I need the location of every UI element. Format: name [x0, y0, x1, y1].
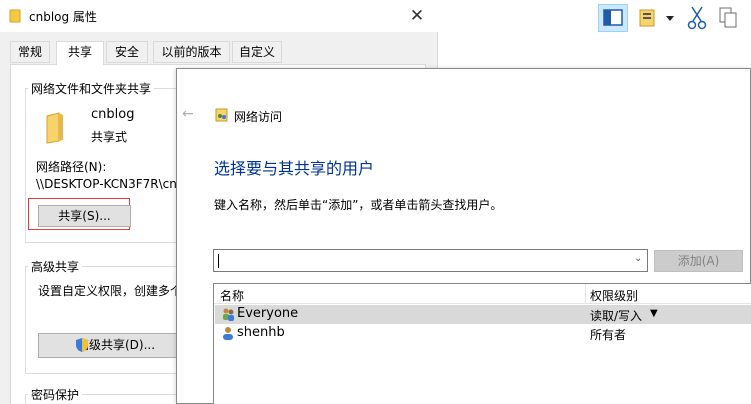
advanced-sharing-button[interactable]: 高级共享(D)... — [38, 333, 178, 358]
permission-dropdown-icon[interactable]: ▼ — [650, 308, 658, 319]
list-row-everyone[interactable]: Everyone 读取/写入 ▼ — [215, 305, 751, 324]
shared-folder-name: cnblog — [91, 107, 135, 122]
column-divider[interactable] — [585, 284, 586, 304]
user-name-input[interactable]: ⌄ — [213, 249, 648, 272]
shared-folder-icon — [46, 112, 63, 144]
network-path-label: 网络路径(N): — [36, 160, 107, 174]
window-title: cnblog 属性 — [29, 10, 97, 24]
list-header: 名称 权限级别 — [214, 284, 751, 304]
user-icon — [223, 327, 233, 340]
permission-level[interactable]: 读取/写入 — [590, 307, 642, 324]
password-group-title: 密码保护 — [28, 386, 83, 403]
column-header-permission[interactable]: 权限级别 — [590, 287, 638, 304]
back-arrow-icon[interactable]: ← — [182, 107, 196, 121]
tab-sharing[interactable]: 共享 — [56, 41, 104, 65]
dialog-instruction: 键入名称，然后单击“添加”，或者单击箭头查找用户。 — [214, 198, 503, 212]
user-name: shenhb — [237, 325, 285, 340]
folder-icon — [9, 9, 21, 23]
sharing-group-title: 网络文件和文件夹共享 — [28, 80, 155, 97]
share-state: 共享式 — [91, 130, 128, 144]
share-button[interactable]: 共享(S)... — [38, 205, 131, 227]
dialog-title: 网络访问 — [234, 110, 283, 124]
network-folder-icon — [215, 108, 228, 122]
tab-customize[interactable]: 自定义 — [232, 41, 282, 63]
user-group-icon — [223, 308, 234, 321]
dropdown-icon[interactable] — [664, 4, 676, 32]
dialog-heading: 选择要与其共享的用户 — [214, 159, 375, 178]
properties-icon[interactable] — [636, 4, 666, 32]
user-permission-list: 名称 权限级别 Everyone 读取/写入 ▼ shenhb 所有者 — [213, 283, 751, 404]
title-bar: cnblog 属性 ✕ — [0, 0, 438, 32]
pane-layout-icon[interactable] — [598, 4, 628, 32]
tab-security[interactable]: 安全 — [106, 41, 148, 63]
user-name: Everyone — [237, 306, 299, 321]
add-button[interactable]: 添加(A) — [654, 250, 743, 272]
shield-icon — [76, 338, 88, 352]
advanced-sharing-description: 设置自定义权限，创建多个 — [38, 284, 178, 298]
copy-icon[interactable] — [714, 4, 744, 32]
permission-level: 所有者 — [590, 328, 627, 342]
list-row-shenhb[interactable]: shenhb 所有者 — [215, 324, 751, 343]
tab-previous-versions[interactable]: 以前的版本 — [153, 41, 230, 63]
close-icon[interactable]: ✕ — [405, 4, 429, 28]
tab-general[interactable]: 常规 — [10, 41, 50, 63]
column-header-name[interactable]: 名称 — [220, 287, 244, 304]
chevron-down-icon[interactable]: ⌄ — [634, 253, 642, 264]
cut-icon[interactable] — [682, 4, 712, 32]
explorer-toolbar — [438, 0, 751, 40]
network-path-value: \\DESKTOP-KCN3F7R\cn — [36, 177, 176, 191]
advanced-sharing-title: 高级共享 — [28, 258, 83, 275]
text-caret — [218, 254, 219, 268]
